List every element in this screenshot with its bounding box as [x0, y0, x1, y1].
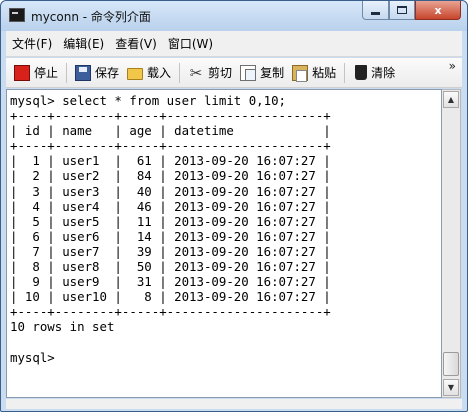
menu-bar: 文件(F) 编辑(E) 查看(V) 窗口(W) — [6, 31, 462, 57]
console-line: | 5 | user5 | 11 | 2013-09-20 16:07:27 | — [10, 213, 331, 229]
stop-icon — [14, 64, 30, 81]
menu-edit[interactable]: 编辑(E) — [63, 35, 104, 52]
status-bar — [6, 399, 462, 409]
minimize-button[interactable] — [362, 1, 389, 20]
save-button[interactable]: 保存 — [71, 61, 123, 85]
copy-label: 复制 — [260, 66, 285, 80]
paste-button[interactable]: 粘贴 — [288, 61, 340, 85]
console-line: mysql> — [10, 349, 55, 365]
console-line: | 7 | user7 | 39 | 2013-09-20 16:07:27 | — [10, 243, 331, 259]
toolbar-divider — [66, 62, 68, 83]
console-line: +----+--------+-----+-------------------… — [10, 138, 331, 154]
app-window: myconn - 命令列介面 x 文件(F) 编辑(E) 查看(V) 窗口(W)… — [0, 0, 468, 412]
toolbar-overflow-chevron-icon[interactable]: » — [449, 60, 456, 72]
trash-icon — [355, 65, 368, 80]
console-line: | 9 | user9 | 31 | 2013-09-20 16:07:27 | — [10, 274, 331, 290]
menu-view[interactable]: 查看(V) — [115, 35, 157, 52]
menu-file[interactable]: 文件(F) — [12, 35, 52, 52]
toolbar-divider — [344, 62, 346, 83]
copy-icon — [240, 64, 257, 81]
console-line: | 1 | user1 | 61 | 2013-09-20 16:07:27 | — [10, 153, 331, 169]
console-line: mysql> select * from user limit 0,10; — [10, 93, 287, 108]
console-line: | 3 | user3 | 40 | 2013-09-20 16:07:27 | — [10, 183, 331, 199]
console-text: mysql> select * from user limit 0,10; +-… — [10, 93, 331, 365]
console-line: +----+--------+-----+-------------------… — [10, 304, 331, 320]
console-line: | id | name | age | datetime | — [10, 123, 331, 139]
stop-label: 停止 — [34, 66, 59, 80]
close-icon: x — [434, 3, 442, 17]
console-line: +----+--------+-----+-------------------… — [10, 108, 331, 124]
load-label: 载入 — [147, 66, 172, 80]
toolbar-divider — [179, 62, 181, 83]
folder-icon — [127, 68, 144, 80]
paste-label: 粘贴 — [312, 66, 337, 80]
vertical-scrollbar[interactable]: ▲ ▼ — [442, 89, 461, 398]
clear-button[interactable]: 清除 — [349, 61, 399, 85]
minimize-icon — [371, 11, 380, 15]
window-title: myconn - 命令列介面 — [31, 10, 151, 24]
load-button[interactable]: 载入 — [123, 61, 175, 85]
title-bar[interactable]: myconn - 命令列介面 x — [1, 1, 467, 31]
console-output[interactable]: mysql> select * from user limit 0,10; +-… — [6, 89, 442, 398]
console-line: | 4 | user4 | 46 | 2013-09-20 16:07:27 | — [10, 198, 331, 214]
close-button[interactable]: x — [415, 1, 461, 20]
scrollbar-thumb[interactable] — [443, 352, 459, 376]
console-line: | 10 | user10 | 8 | 2013-09-20 16:07:27 … — [10, 289, 331, 305]
maximize-button[interactable] — [389, 1, 415, 20]
console-line: | 2 | user2 | 84 | 2013-09-20 16:07:27 | — [10, 168, 331, 184]
cut-button[interactable]: ✂ 剪切 — [184, 61, 236, 85]
console-line: | 6 | user6 | 14 | 2013-09-20 16:07:27 | — [10, 228, 331, 244]
cut-label: 剪切 — [208, 66, 233, 80]
scissors-icon: ✂ — [189, 63, 203, 82]
terminal-icon — [9, 8, 25, 22]
copy-button[interactable]: 复制 — [236, 61, 288, 85]
scroll-up-arrow-icon[interactable]: ▲ — [443, 91, 459, 108]
scroll-down-arrow-icon[interactable]: ▼ — [443, 379, 459, 396]
maximize-icon — [397, 6, 407, 14]
clear-label: 清除 — [371, 66, 396, 80]
save-icon — [75, 64, 92, 81]
stop-button[interactable]: 停止 — [10, 61, 62, 85]
console-line: 10 rows in set — [10, 319, 115, 335]
save-label: 保存 — [95, 66, 120, 80]
console-line: | 8 | user8 | 50 | 2013-09-20 16:07:27 | — [10, 259, 331, 275]
menu-window[interactable]: 窗口(W) — [168, 35, 213, 52]
clipboard-icon — [292, 64, 309, 82]
toolbar: 停止 保存 载入 ✂ 剪切 复制 粘贴 清除 » — [6, 58, 462, 88]
